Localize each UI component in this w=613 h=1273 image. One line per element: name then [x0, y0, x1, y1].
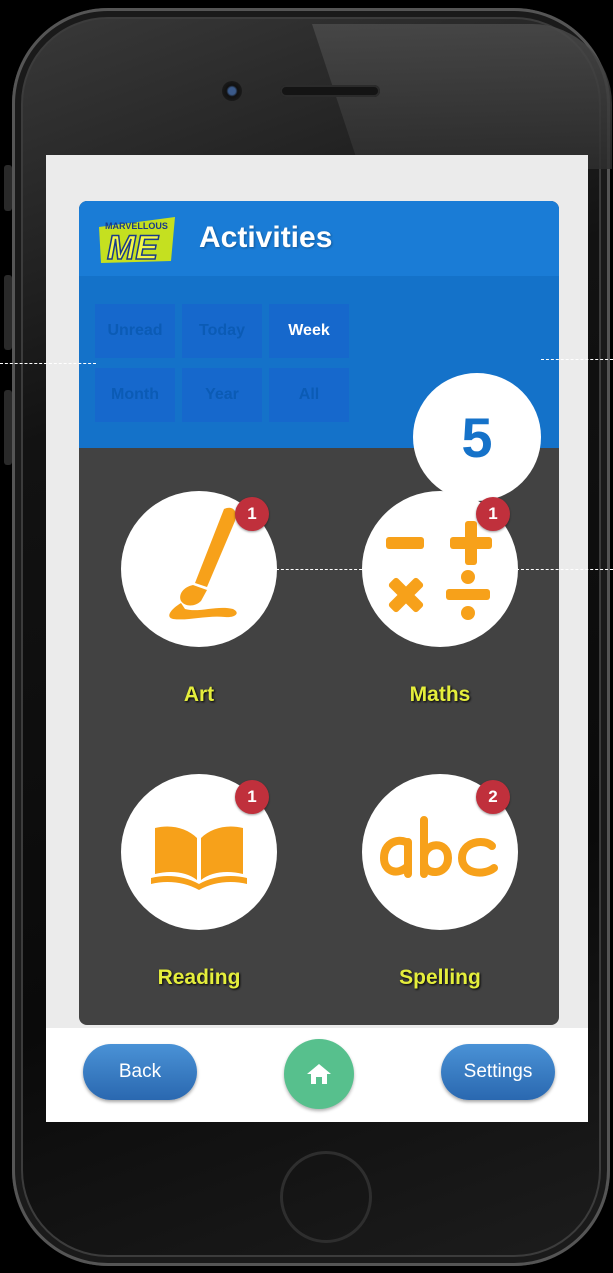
activities-panel: MARVELLOUS ME Activities Unread Today We… [79, 201, 559, 1025]
activity-spelling-circle: 2 [362, 774, 518, 930]
annotation-line-left [0, 363, 96, 364]
activity-count: 5 [413, 373, 541, 501]
mute-switch[interactable] [4, 165, 12, 211]
footer-bar: Back Settings [46, 1028, 588, 1122]
activity-label: Reading [157, 966, 241, 989]
activity-reading-circle: 1 [121, 774, 277, 930]
volume-down-button[interactable] [4, 390, 12, 465]
home-button[interactable] [284, 1039, 354, 1109]
filter-all[interactable]: All [269, 368, 349, 422]
filter-year[interactable]: Year [182, 368, 262, 422]
notification-badge: 1 [476, 497, 510, 531]
filter-week[interactable]: Week [269, 304, 349, 358]
notification-badge: 1 [235, 780, 269, 814]
annotation-line-edge [516, 569, 613, 570]
activity-label: Art [183, 683, 215, 706]
earpiece-speaker [280, 85, 380, 97]
settings-button[interactable]: Settings [441, 1044, 555, 1100]
annotation-line-middle [276, 569, 362, 570]
page-title: Activities [199, 221, 333, 254]
activity-label: Maths [409, 683, 471, 706]
activity-maths-circle: 1 [362, 491, 518, 647]
activity-reading[interactable]: 1 Reading [121, 774, 277, 990]
notification-badge: 1 [235, 497, 269, 531]
home-icon [307, 1064, 331, 1084]
phone-screen: MARVELLOUS ME Activities Unread Today We… [46, 155, 588, 1122]
notification-badge: 2 [476, 780, 510, 814]
volume-up-button[interactable] [4, 275, 12, 350]
activity-label: Spelling [399, 966, 481, 989]
filter-unread[interactable]: Unread [95, 304, 175, 358]
annotation-line-right [541, 359, 613, 360]
marvellous-me-logo: MARVELLOUS ME [99, 217, 175, 265]
header-bar: MARVELLOUS ME Activities [79, 201, 559, 276]
filter-month[interactable]: Month [95, 368, 175, 422]
front-camera [222, 81, 242, 101]
activity-art-circle: 1 [121, 491, 277, 647]
svg-text:ME: ME [107, 229, 159, 265]
activity-art[interactable]: 1 Art [121, 491, 277, 707]
filter-today[interactable]: Today [182, 304, 262, 358]
back-button[interactable]: Back [83, 1044, 197, 1100]
filter-panel: Unread Today Week Month Year All 5 [79, 276, 559, 501]
activity-spelling[interactable]: 2 Spelling [362, 774, 518, 990]
hardware-home-button[interactable] [280, 1151, 372, 1243]
activity-maths[interactable]: 1 Maths [362, 491, 518, 707]
